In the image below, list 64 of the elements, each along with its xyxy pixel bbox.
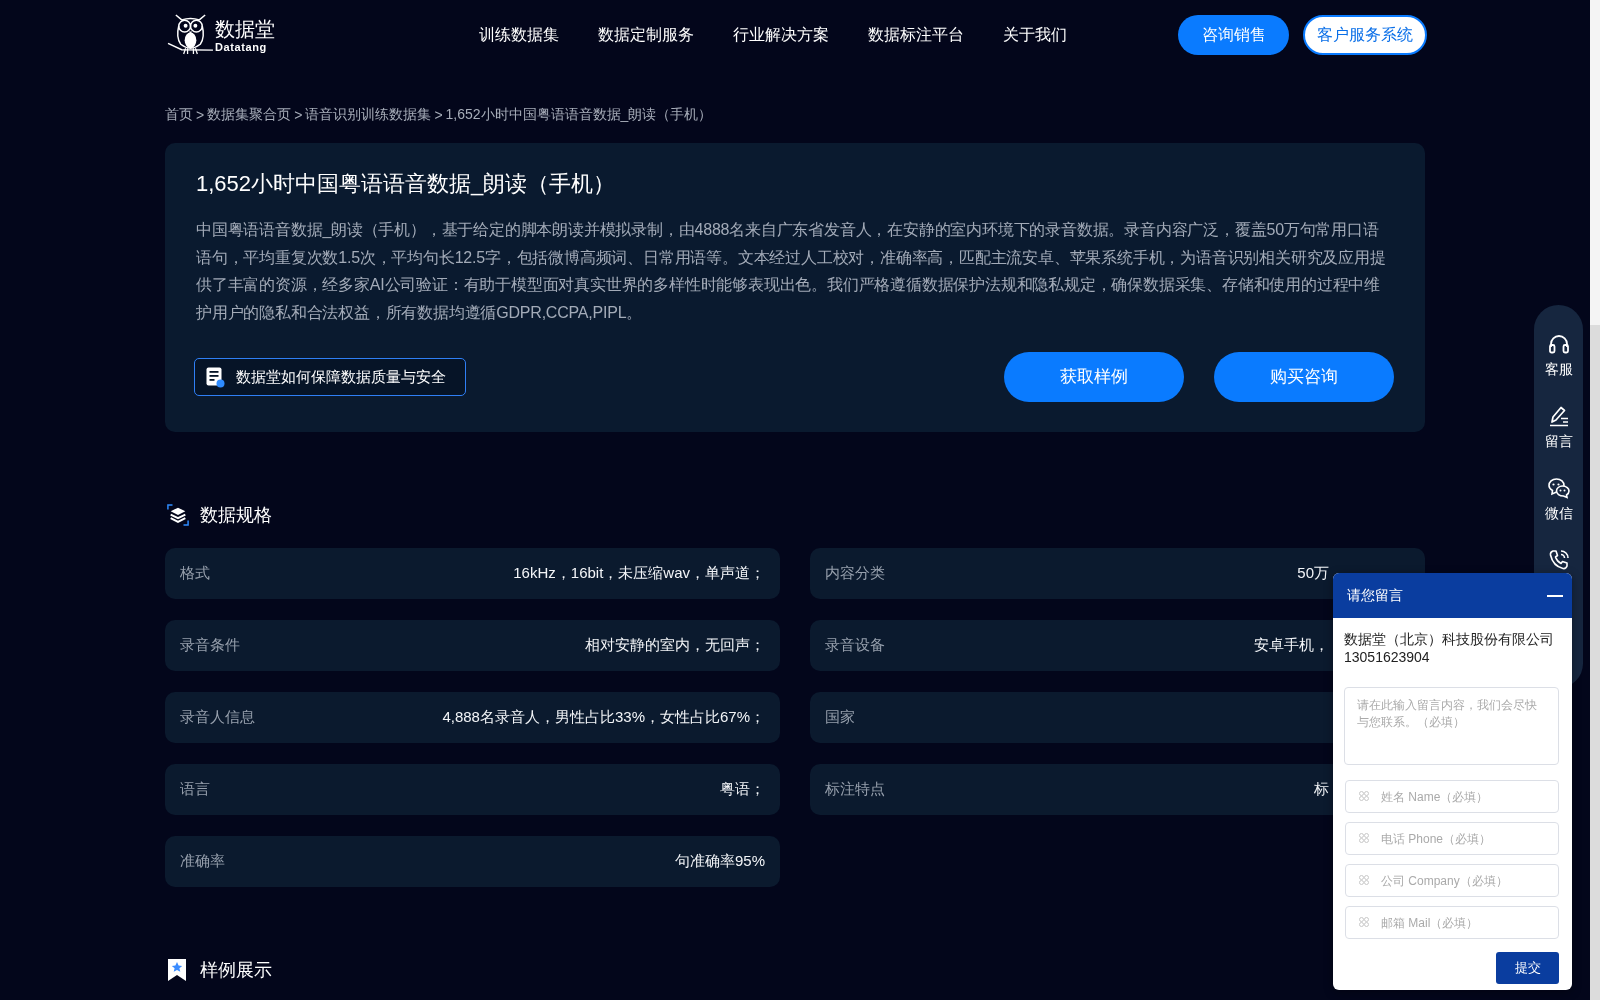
contact-field[interactable]: 公司 Company（必填） xyxy=(1345,864,1559,897)
header-button[interactable]: 客户服务系统 xyxy=(1303,15,1427,55)
nav-link[interactable]: 行业解决方案 xyxy=(733,24,829,46)
spec-value: 标 xyxy=(1314,780,1329,799)
breadcrumb-current: 1,652小时中国粤语语音数据_朗读（手机） xyxy=(445,106,713,124)
layers-icon xyxy=(167,503,189,527)
breadcrumb-separator: > xyxy=(196,107,205,123)
spec-label: 标注特点 xyxy=(825,780,885,799)
action-button[interactable]: 获取样例 xyxy=(1004,352,1184,402)
headset-icon xyxy=(1546,332,1571,356)
spec-label: 准确率 xyxy=(180,852,225,871)
chat-bubbles-icon xyxy=(1546,476,1571,500)
sidebar-item[interactable]: 客服 xyxy=(1544,332,1573,378)
owl-logo-icon[interactable] xyxy=(167,14,214,56)
company-name: 数据堂（北京）科技股份有限公司 xyxy=(1344,630,1555,648)
contact-field[interactable]: 邮箱 Mail（必填） xyxy=(1345,906,1559,939)
spec-label: 录音人信息 xyxy=(180,708,255,727)
nav-link[interactable]: 数据标注平台 xyxy=(868,24,964,46)
spec-label: 语言 xyxy=(180,780,210,799)
document-icon xyxy=(206,366,225,388)
sidebar-item[interactable]: 微信 xyxy=(1544,476,1573,522)
dataset-title: 1,652小时中国粤语语音数据_朗读（手机） xyxy=(196,170,617,198)
four-circles-icon xyxy=(1359,791,1369,801)
submit-button[interactable]: 提交 xyxy=(1496,952,1559,984)
spec-label: 国家 xyxy=(825,708,855,727)
section-title: 数据规格 xyxy=(200,504,272,527)
section-title: 样例展示 xyxy=(200,959,272,982)
spec-value: 粤语； xyxy=(720,780,765,799)
header-button[interactable]: 咨询销售 xyxy=(1178,15,1289,55)
spec-label: 格式 xyxy=(180,564,210,583)
sidebar-item[interactable]: 留言 xyxy=(1544,404,1573,450)
spec-label: 内容分类 xyxy=(825,564,885,583)
spec-label: 录音设备 xyxy=(825,636,885,655)
four-circles-icon xyxy=(1359,875,1369,885)
minimize-icon[interactable] xyxy=(1547,594,1563,597)
nav-link[interactable]: 数据定制服务 xyxy=(598,24,694,46)
spec-value: 相对安静的室内，无回声； xyxy=(585,636,765,655)
phone-number: 13051623904 xyxy=(1344,648,1431,666)
logo-wordmark[interactable]: 数据堂 xyxy=(215,18,275,41)
contact-field[interactable]: 电话 Phone（必填） xyxy=(1345,822,1559,855)
dataset-description: 中国粤语语音数据_朗读（手机），基于给定的脚本朗读并模拟录制，由4888名来自广东省发音人，在安静的室内环境下的录音数据。录音内容广泛，覆盖50万句常用口语语句，平均重复次数1.5次，平均句长12.5字，包括微博高频词、日常用语等。文本经过人工校对，准确率高，匹配主流安卓、苹果系统手机，为语音识别相关研究及应用提供了丰富的资源，经多家AI公司验证：有助于模型面对真实世界的多样性时能够表现出色。我们严格遵循数据保护法规和隐私规定，确保数据采集、存储和使用的过程中维护用户的隐私和合法权益，所有数据均遵循GDPR,CCPA,PIPL。 xyxy=(196,220,1387,323)
quality-guide-button[interactable]: 数据堂如何保障数据质量与安全 xyxy=(194,358,466,396)
breadcrumb-separator: > xyxy=(434,107,443,123)
spec-label: 录音条件 xyxy=(180,636,240,655)
four-circles-icon xyxy=(1359,917,1369,927)
widget-title: 请您留言 xyxy=(1347,586,1403,605)
spec-value: 句准确率95% xyxy=(674,852,765,871)
breadcrumb-link[interactable]: 数据集聚合页 xyxy=(207,106,292,124)
bookmark-star-icon xyxy=(167,958,187,982)
nav-link[interactable]: 训练数据集 xyxy=(479,24,559,46)
breadcrumb-separator: > xyxy=(294,107,303,123)
spec-value: 4,888名录音人，男性占比33%，女性占比67%； xyxy=(442,708,765,727)
action-button[interactable]: 购买咨询 xyxy=(1214,352,1394,402)
nav-link[interactable]: 关于我们 xyxy=(1003,24,1067,46)
logo-subtitle[interactable]: Datatang xyxy=(215,41,267,54)
breadcrumb-link[interactable]: 首页 xyxy=(165,106,193,124)
breadcrumb-link[interactable]: 语音识别训练数据集 xyxy=(305,106,432,124)
message-field[interactable]: 请在此输入留言内容，我们会尽快与您联系。（必填） xyxy=(1344,687,1559,765)
four-circles-icon xyxy=(1359,833,1369,843)
scrollbar[interactable] xyxy=(1590,0,1600,1000)
spec-value: 16kHz，16bit，未压缩wav，单声道； xyxy=(513,564,765,583)
spec-value: 安卓手机， xyxy=(1254,636,1329,655)
contact-field[interactable]: 姓名 Name（必填） xyxy=(1345,780,1559,813)
spec-value: 50万 xyxy=(1297,564,1329,583)
